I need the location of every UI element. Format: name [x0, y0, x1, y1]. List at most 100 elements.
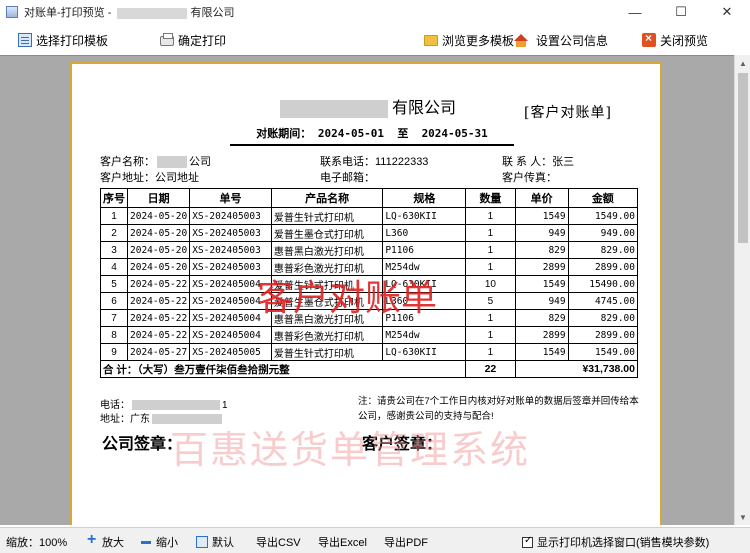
cell-name: 爱普生针式打印机 — [270, 343, 384, 361]
period-label: 对账期间： — [256, 127, 312, 140]
scrollbar-thumb[interactable] — [738, 73, 748, 243]
cell-name: 惠普彩色激光打印机 — [270, 326, 384, 344]
home-icon — [514, 33, 528, 47]
cell-name: 爱普生针式打印机 — [270, 275, 384, 293]
printer-dialog-checkbox[interactable] — [522, 535, 533, 548]
browse-templates-button[interactable]: 浏览更多模板 — [424, 31, 514, 49]
cell-amount: 2899.00 — [567, 258, 639, 276]
customer-signature: 客户签章： — [362, 434, 443, 453]
preview-viewport[interactable]: 有限公司 [客户对账单] 对账期间： 2024-05-01 至 2024-05-… — [0, 55, 734, 525]
cell-no: 9 — [100, 343, 128, 361]
table-row: 2 2024-05-20 XS-202405003 爱普生墨仓式打印机 L360 1 949… — [100, 224, 639, 242]
confirm-print-label: 确定打印 — [178, 33, 227, 48]
customer-fax: 客户传真： — [502, 169, 557, 185]
period-to: 至 — [397, 127, 409, 140]
printer-dialog-label: 显示打印机选择窗口(销售模块参数) — [537, 537, 710, 549]
cell-spec: LQ-630KII — [382, 207, 467, 225]
cell-code: XS-202405003 — [189, 207, 272, 225]
cell-qty: 1 — [465, 343, 516, 361]
table-row: 8 2024-05-22 XS-202405004 惠普彩色激光打印机 M254dw 1 2… — [100, 326, 639, 344]
cell-code: XS-202405004 — [189, 275, 272, 293]
cell-code: XS-202405004 — [189, 292, 272, 310]
cell-no: 5 — [100, 275, 128, 293]
cell-qty: 10 — [465, 275, 516, 293]
cell-code: XS-202405004 — [189, 326, 272, 344]
col-header: 日期 — [126, 188, 191, 208]
cell-no: 6 — [100, 292, 128, 310]
cell-price: 949 — [514, 292, 569, 310]
cell-amount: 829.00 — [567, 309, 639, 327]
footer-phone: 电话： 1 — [100, 396, 228, 411]
cell-spec: M254dw — [382, 258, 467, 276]
period-start: 2024-05-01 — [317, 127, 385, 140]
address-label: 客户地址： — [100, 172, 155, 184]
cell-name: 惠普彩色激光打印机 — [270, 258, 384, 276]
table-row: 7 2024-05-22 XS-202405004 惠普黑白激光打印机 P1106 1 82… — [100, 309, 639, 327]
minimize-button[interactable]: — — [612, 0, 658, 24]
cell-date: 2024-05-22 — [126, 292, 191, 310]
window-title: 对账单-打印预览 - 有限公司 — [24, 4, 234, 20]
company-signature: 公司签章： — [102, 434, 183, 453]
cell-date: 2024-05-20 — [126, 207, 191, 225]
col-header: 规格 — [382, 188, 467, 208]
template-icon — [18, 33, 32, 47]
cell-qty: 1 — [465, 207, 516, 225]
cell-date: 2024-05-27 — [126, 343, 191, 361]
export-excel-button[interactable]: 导出Excel — [318, 534, 367, 550]
cell-spec: LQ-630KII — [382, 343, 467, 361]
cell-date: 2024-05-20 — [126, 224, 191, 242]
cell-qty: 1 — [465, 258, 516, 276]
period-end: 2024-05-31 — [421, 127, 488, 140]
customer-name-value: 公司 — [189, 156, 211, 168]
cell-code: XS-202405005 — [189, 343, 272, 361]
total-amount: ¥31,738.00 — [514, 360, 639, 378]
vertical-scrollbar[interactable]: ▲ ▼ — [734, 55, 750, 525]
close-preview-button[interactable]: 关闭预览 — [642, 31, 708, 49]
select-template-button[interactable]: 选择打印模板 — [18, 31, 108, 49]
table-row: 5 2024-05-22 XS-202405004 爱普生针式打印机 LQ-630KII… — [100, 275, 639, 293]
table-header: 序号 日期 单号 产品名称 规格 数量 单价 金额 — [100, 188, 639, 208]
contact-phone: 联系电话：111222333 — [320, 153, 428, 169]
cell-name: 惠普黑白激光打印机 — [270, 309, 384, 327]
cell-price: 1549 — [514, 343, 569, 361]
customer-address: 客户地址：公司地址 — [100, 169, 199, 185]
cell-amount: 949.00 — [567, 224, 639, 242]
cell-price: 829 — [514, 309, 569, 327]
export-csv-button[interactable]: 导出CSV — [256, 534, 301, 550]
cell-amount: 15490.00 — [567, 275, 639, 293]
cell-no: 3 — [100, 241, 128, 259]
zoom-out-button[interactable]: 缩小 — [140, 534, 178, 550]
company-settings-button[interactable]: 设置公司信息 — [514, 31, 608, 49]
cell-spec: P1106 — [382, 241, 467, 259]
scroll-up-icon[interactable]: ▲ — [735, 55, 750, 71]
confirm-print-button[interactable]: 确定打印 — [160, 31, 226, 49]
show-printer-dialog-option[interactable]: 显示打印机选择窗口(销售模块参数) — [522, 534, 709, 550]
cell-price: 949 — [514, 224, 569, 242]
email-label: 电子邮箱： — [320, 172, 375, 184]
footer-address-label: 地址：广东 — [100, 414, 150, 425]
cell-no: 2 — [100, 224, 128, 242]
cell-spec: L360 — [382, 224, 467, 242]
total-qty: 22 — [465, 360, 516, 378]
cell-amount: 1549.00 — [567, 207, 639, 225]
default-zoom-button[interactable]: 默认 — [196, 534, 234, 550]
export-pdf-button[interactable]: 导出PDF — [384, 534, 428, 550]
document-type: [客户对账单] — [524, 105, 612, 121]
fax-label: 客户传真： — [502, 172, 557, 184]
cell-name: 爱普生墨仓式打印机 — [270, 292, 384, 310]
zoom-in-button[interactable]: 放大 — [86, 531, 124, 550]
zoom-in-label: 放大 — [102, 537, 124, 549]
redacted-mask — [117, 7, 188, 19]
scroll-down-icon[interactable]: ▼ — [735, 509, 750, 525]
close-window-button[interactable]: ✕ — [704, 0, 750, 24]
status-bar: 缩放：100% 放大 缩小 默认 导出CSV 导出Excel 导出PDF 显示打… — [0, 527, 750, 553]
cell-price: 1549 — [514, 275, 569, 293]
maximize-button[interactable]: ☐ — [658, 0, 704, 24]
cell-qty: 1 — [465, 326, 516, 344]
window-controls: — ☐ ✕ — [612, 0, 750, 24]
table-row: 3 2024-05-20 XS-202405003 惠普黑白激光打印机 P1106 1 82… — [100, 241, 639, 259]
col-header: 序号 — [100, 188, 128, 208]
col-header: 数量 — [465, 188, 516, 208]
total-row: 合 计：（大写）叁万壹仟柒佰叁拾捌元整 22 ¥31,738.00 — [99, 360, 639, 378]
title-bar: 对账单-打印预览 - 有限公司 — ☐ ✕ — [0, 0, 750, 24]
